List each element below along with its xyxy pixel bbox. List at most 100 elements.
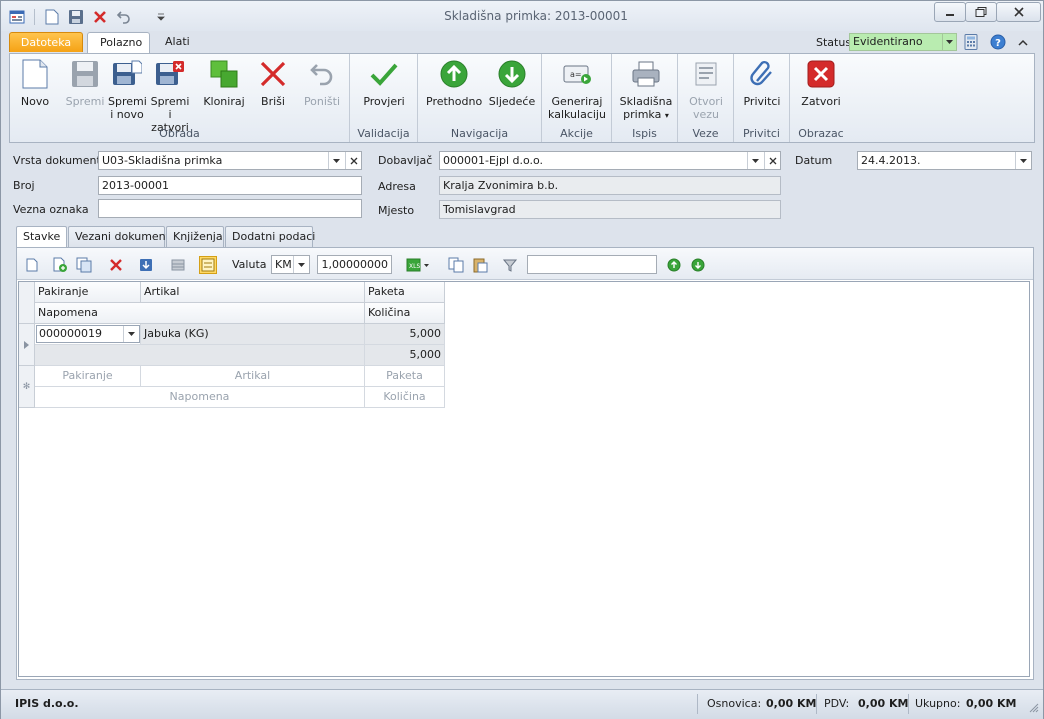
layout-toggle-icon[interactable]	[199, 256, 217, 274]
pdv-label: PDV:	[824, 697, 850, 710]
tab-stavke[interactable]: Stavke	[16, 226, 67, 249]
new-row-artikal-cell[interactable]: Artikal	[141, 366, 365, 387]
spremi-i-zatvori-button[interactable]: Spremi i zatvori	[148, 58, 192, 134]
skladisna-primka-print-button[interactable]: Skladišna primka ▾	[618, 58, 674, 122]
new-row-indicator[interactable]: ✻	[19, 366, 35, 408]
arrow-up-icon	[438, 58, 470, 90]
open-link-icon	[690, 58, 722, 90]
new-row-paketa-cell[interactable]: Paketa	[365, 366, 445, 387]
table-row-napomena-cell[interactable]	[35, 345, 365, 366]
group-label-obrada: Obrada	[159, 127, 200, 140]
provjeri-label: Provjeri	[363, 95, 405, 108]
save-icon[interactable]	[66, 7, 86, 27]
spremi-i-novo-button[interactable]: Spremi i novo	[108, 58, 147, 121]
vezna-oznaka-field[interactable]	[98, 199, 362, 218]
privitci-button[interactable]: Privitci	[738, 58, 786, 108]
column-header-paketa[interactable]: Paketa	[365, 282, 445, 303]
svg-text:?: ?	[995, 38, 1001, 49]
delete-icon[interactable]	[90, 7, 110, 27]
new-row-icon[interactable]	[23, 256, 41, 274]
vrsta-dokumenta-combo[interactable]: U03-Skladišna primka	[98, 151, 362, 170]
arrow-up-icon[interactable]	[665, 256, 683, 274]
group-label-veze: Veze	[692, 127, 719, 140]
collapse-ribbon-icon[interactable]	[1018, 37, 1028, 50]
filter-icon[interactable]	[501, 256, 519, 274]
provjeri-button[interactable]: Provjeri	[360, 58, 408, 108]
novo-button[interactable]: Novo	[16, 58, 54, 108]
clear-icon[interactable]	[764, 152, 780, 169]
window-controls	[934, 2, 1041, 22]
table-row-paketa-cell[interactable]: 5,000	[365, 324, 445, 345]
novo-label: Novo	[20, 95, 50, 108]
chevron-down-icon[interactable]	[942, 34, 956, 50]
brisi-button[interactable]: Briši	[256, 58, 290, 108]
maximize-button[interactable]	[965, 2, 997, 22]
ponisti-button[interactable]: Poništi	[300, 58, 344, 108]
paste-icon[interactable]	[471, 256, 489, 274]
app-menu-icon[interactable]	[7, 7, 27, 27]
kloniraj-button[interactable]: Kloniraj	[202, 58, 246, 108]
new-row-napomena-cell[interactable]: Napomena	[35, 387, 365, 408]
valuta-combo[interactable]: KM	[271, 255, 310, 274]
add-row-icon[interactable]	[51, 256, 69, 274]
excel-export-icon[interactable]: XLS	[405, 256, 431, 274]
chevron-down-icon[interactable]	[328, 152, 344, 169]
chevron-down-icon[interactable]	[123, 326, 139, 342]
filter-input[interactable]	[527, 255, 657, 274]
undo-icon[interactable]	[114, 7, 134, 27]
copy-row-icon[interactable]	[75, 256, 93, 274]
tab-knjizenja[interactable]: Knjiženja	[166, 226, 224, 248]
clone-icon	[208, 58, 240, 90]
chevron-down-icon[interactable]	[1015, 152, 1031, 169]
chevron-down-icon[interactable]	[747, 152, 763, 169]
zatvori-button[interactable]: Zatvori	[796, 58, 846, 108]
table-row-kolicina-cell[interactable]: 5,000	[365, 345, 445, 366]
broj-field[interactable]: 2013-00001	[98, 176, 362, 195]
help-icon[interactable]: ?	[990, 34, 1006, 53]
table-row-pakiranje-cell[interactable]: 000000019	[35, 324, 141, 345]
group-label-obrazac: Obrazac	[798, 127, 844, 140]
chevron-down-icon[interactable]	[293, 256, 309, 273]
arrow-down-icon[interactable]	[689, 256, 707, 274]
column-header-napomena[interactable]: Napomena	[35, 303, 365, 324]
tab-vezani-dokumenti[interactable]: Vezani dokumenti	[68, 226, 173, 248]
table-row-artikal-cell[interactable]: Jabuka (KG)	[141, 324, 365, 345]
tab-dodatni-podaci[interactable]: Dodatni podaci	[225, 226, 315, 248]
qat-customize-icon[interactable]	[154, 7, 168, 27]
sljedece-button[interactable]: Sljedeće	[486, 58, 538, 108]
prethodno-button[interactable]: Prethodno	[426, 58, 482, 108]
row-indicator[interactable]	[19, 324, 35, 366]
column-header-kolicina[interactable]: Količina	[365, 303, 445, 324]
close-window-button[interactable]	[996, 2, 1041, 22]
otvori-vezu-button[interactable]: Otvori vezu	[684, 58, 728, 121]
group-label-ispis: Ispis	[632, 127, 657, 140]
tecaj-field[interactable]: 1,00000000	[317, 255, 392, 274]
spremi-i-zatvori-label-1: Spremi i	[150, 95, 190, 121]
new-row-pakiranje-cell[interactable]: Pakiranje	[35, 366, 141, 387]
dobavljac-combo[interactable]: 000001-Ejpl d.o.o.	[439, 151, 781, 170]
tab-polazno[interactable]: Polazno	[87, 32, 150, 53]
minimize-button[interactable]	[934, 2, 966, 22]
app-window: Skladišna primka: 2013-00001 Datoteka Po…	[0, 0, 1044, 719]
column-header-pakiranje[interactable]: Pakiranje	[35, 282, 141, 303]
ribbon-tab-row: Datoteka Polazno Alati Status Evidentira…	[1, 31, 1043, 53]
spremi-button[interactable]: Spremi	[64, 58, 106, 108]
clear-icon[interactable]	[345, 152, 361, 169]
valuta-label: Valuta	[232, 258, 267, 271]
copy-icon[interactable]	[447, 256, 465, 274]
status-select[interactable]: Evidentirano	[849, 33, 957, 51]
mjesto-field: Tomislavgrad	[439, 200, 781, 219]
generiraj-kalkulaciju-button[interactable]: a= Generiraj kalkulaciju	[546, 58, 608, 121]
move-down-icon[interactable]	[137, 256, 155, 274]
resize-grip-icon[interactable]	[1029, 703, 1039, 716]
pakiranje-combo[interactable]: 000000019	[36, 325, 140, 343]
tab-datoteka[interactable]: Datoteka	[9, 32, 83, 52]
column-header-artikal[interactable]: Artikal	[141, 282, 365, 303]
new-doc-icon[interactable]	[42, 7, 62, 27]
tab-alati[interactable]: Alati	[153, 32, 202, 53]
table-icon[interactable]	[169, 256, 187, 274]
delete-row-icon[interactable]	[107, 256, 125, 274]
datum-picker[interactable]: 24.4.2013.	[857, 151, 1032, 170]
new-row-kolicina-cell[interactable]: Količina	[365, 387, 445, 408]
calculator-icon[interactable]	[964, 34, 978, 53]
